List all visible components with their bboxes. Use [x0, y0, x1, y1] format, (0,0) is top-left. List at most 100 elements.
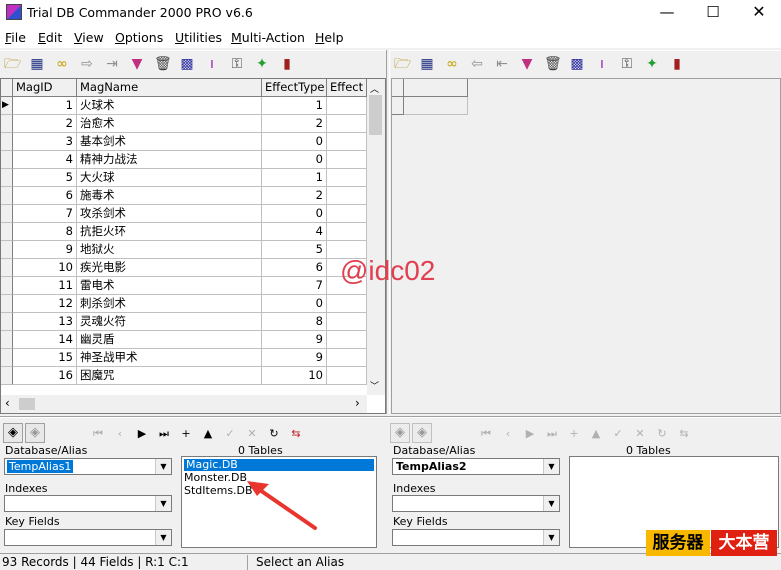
row-indicator[interactable] [1, 241, 13, 259]
list-item[interactable]: Magic.DB [184, 459, 374, 471]
cell-effecttype[interactable]: 6 [262, 259, 327, 277]
menu-options[interactable]: Options [115, 30, 163, 45]
row-indicator[interactable] [1, 349, 13, 367]
cell-effecttype[interactable]: 10 [262, 367, 327, 385]
cell-effecttype[interactable]: 1 [262, 169, 327, 187]
horizontal-scrollbar[interactable]: ‹ › [1, 395, 367, 413]
cell-effecttype[interactable]: 2 [262, 187, 327, 205]
cell-magid[interactable]: 10 [13, 259, 77, 277]
cell-effect[interactable] [327, 151, 367, 169]
menu-edit[interactable]: Edit [38, 30, 62, 45]
filter-icon[interactable]: ▼ [519, 56, 535, 72]
cell-effecttype[interactable]: 9 [262, 349, 327, 367]
hscroll-thumb[interactable] [19, 398, 35, 410]
cell-magname[interactable]: 大火球 [77, 169, 262, 187]
index-icon[interactable]: ı [594, 56, 610, 72]
menu-view[interactable]: View [74, 30, 104, 45]
cell-effect[interactable] [327, 367, 367, 385]
cell-magname[interactable]: 攻杀剑术 [77, 205, 262, 223]
cell-effecttype[interactable]: 4 [262, 223, 327, 241]
cell-magid[interactable]: 7 [13, 205, 77, 223]
cell-magname[interactable]: 困魔咒 [77, 367, 262, 385]
arrow-left-icon[interactable]: ⇦ [469, 56, 485, 72]
row-indicator[interactable] [1, 151, 13, 169]
cell-effect[interactable] [327, 169, 367, 187]
column-header[interactable]: MagName [77, 79, 262, 97]
cell-magid[interactable]: 3 [13, 133, 77, 151]
open-folder-icon[interactable]: 🗁 [4, 56, 21, 72]
scroll-up-icon[interactable]: ︿ [370, 82, 379, 95]
cell-effecttype[interactable]: 0 [262, 133, 327, 151]
scroll-right-icon[interactable]: › [355, 396, 360, 410]
menu-file[interactable]: File [5, 30, 26, 45]
db-alias-combo-left[interactable]: TempAlias1 ▼ [4, 458, 172, 475]
cell-magid[interactable]: 2 [13, 115, 77, 133]
grid-icon[interactable]: ▩ [179, 56, 195, 72]
close-button[interactable]: ✕ [736, 0, 781, 26]
next-record-icon[interactable]: ▶ [133, 426, 151, 442]
diamond-gray-icon[interactable]: ◈ [412, 423, 432, 443]
menu-help[interactable]: Help [315, 30, 344, 45]
last-record-icon[interactable]: ⏭ [155, 426, 173, 442]
menu-multi-action[interactable]: Multi-Action [231, 30, 305, 45]
cell-magid[interactable]: 1 [13, 97, 77, 115]
cell-magid[interactable]: 11 [13, 277, 77, 295]
trash-icon[interactable]: 🗑 [544, 56, 562, 72]
cell-effecttype[interactable]: 9 [262, 331, 327, 349]
column-header[interactable]: EffectType [262, 79, 327, 97]
grid-icon[interactable]: ▩ [569, 56, 585, 72]
minimize-button[interactable]: — [644, 0, 690, 26]
filter-nav-icon[interactable]: ⇆ [675, 426, 693, 442]
cell-magid[interactable]: 13 [13, 313, 77, 331]
row-indicator[interactable] [1, 277, 13, 295]
cell-magid[interactable]: 4 [13, 151, 77, 169]
book-icon[interactable]: ▮ [279, 56, 295, 72]
row-indicator[interactable] [1, 331, 13, 349]
cell-effecttype[interactable]: 7 [262, 277, 327, 295]
post-edit-icon[interactable]: ✓ [221, 426, 239, 442]
diamond-gray-icon[interactable]: ◈ [25, 423, 45, 443]
cell-effecttype[interactable]: 5 [262, 241, 327, 259]
cell-effect[interactable] [327, 349, 367, 367]
table-icon[interactable]: ▦ [419, 56, 435, 72]
cell-magname[interactable]: 疾光电影 [77, 259, 262, 277]
cell-effect[interactable] [327, 223, 367, 241]
cell-effect[interactable] [327, 295, 367, 313]
diamond-icon[interactable]: ◈ [3, 423, 23, 443]
cancel-edit-icon[interactable]: ✕ [243, 426, 261, 442]
cell-magname[interactable]: 施毒术 [77, 187, 262, 205]
next-record-icon[interactable]: ▶ [521, 426, 539, 442]
first-record-icon[interactable]: ⏮ [477, 426, 495, 442]
filter-icon[interactable]: ▼ [129, 56, 145, 72]
cell-effecttype[interactable]: 0 [262, 205, 327, 223]
column-header[interactable]: Effect [327, 79, 367, 97]
data-grid-right[interactable] [391, 78, 781, 414]
cell-effect[interactable] [327, 331, 367, 349]
prior-record-icon[interactable]: ‹ [499, 426, 517, 442]
refresh-icon[interactable]: ↻ [265, 426, 283, 442]
row-indicator[interactable] [1, 133, 13, 151]
row-indicator[interactable] [1, 259, 13, 277]
glasses-icon[interactable]: ∞ [54, 56, 70, 72]
chevron-down-icon[interactable]: ▼ [543, 459, 559, 474]
row-indicator[interactable] [1, 295, 13, 313]
key-search-icon[interactable]: ⚿ [619, 56, 635, 72]
cell-magid[interactable]: 16 [13, 367, 77, 385]
trash-icon[interactable]: 🗑 [154, 56, 172, 72]
menu-utilities[interactable]: Utilities [175, 30, 222, 45]
cell-magid[interactable]: 9 [13, 241, 77, 259]
keyfields-combo-left[interactable]: ▼ [4, 529, 172, 546]
post-edit-icon[interactable]: ✓ [609, 426, 627, 442]
chevron-down-icon[interactable]: ▼ [155, 530, 171, 545]
delete-record-icon[interactable]: ▲ [587, 426, 605, 442]
cell-magname[interactable]: 幽灵盾 [77, 331, 262, 349]
data-grid[interactable]: MagID MagName EffectType Effect ▶ 1 火球术 1 2 治愈术 2 3… [0, 78, 386, 414]
import-icon[interactable]: ⇤ [494, 56, 510, 72]
row-indicator[interactable] [1, 367, 13, 385]
open-folder-icon[interactable]: 🗁 [394, 56, 411, 72]
insert-record-icon[interactable]: + [177, 426, 195, 442]
cell-effect[interactable] [327, 115, 367, 133]
cell-magid[interactable]: 5 [13, 169, 77, 187]
cell-effecttype[interactable]: 2 [262, 115, 327, 133]
chevron-down-icon[interactable]: ▼ [543, 496, 559, 511]
